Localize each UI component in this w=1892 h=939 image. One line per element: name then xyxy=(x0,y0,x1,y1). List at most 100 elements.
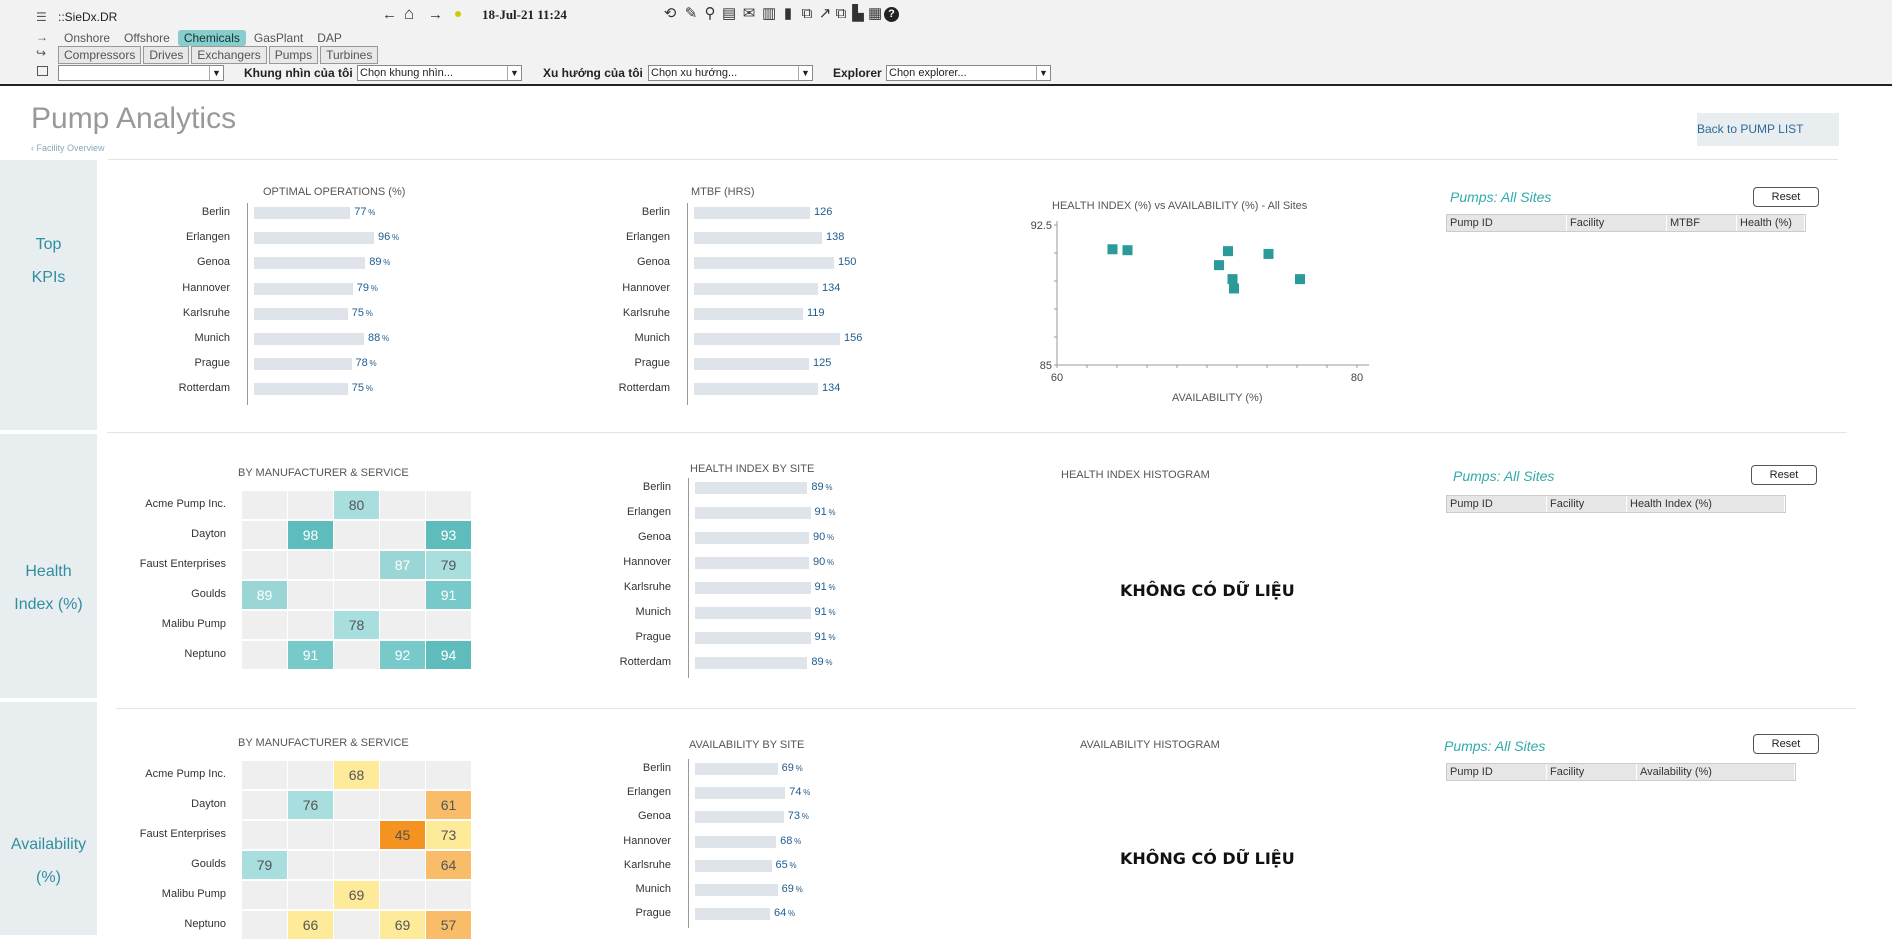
health_heatmap-cell[interactable]: 89 xyxy=(242,581,287,609)
avail_heatmap-cell[interactable]: 64 xyxy=(426,851,471,879)
health_heatmap-cell[interactable] xyxy=(334,581,379,609)
avail_heatmap-cell[interactable] xyxy=(242,821,287,849)
health_heatmap-cell[interactable]: 91 xyxy=(288,641,333,669)
avail_heatmap-cell[interactable] xyxy=(380,791,425,819)
avail_heatmap-cell[interactable]: 79 xyxy=(242,851,287,879)
health_heatmap-cell[interactable]: 78 xyxy=(334,611,379,639)
avail_heatmap-cell[interactable] xyxy=(426,761,471,789)
health_heatmap-cell[interactable]: 98 xyxy=(288,521,333,549)
table-col-header[interactable]: Availability (%) xyxy=(1637,764,1795,780)
avail_heatmap-cell[interactable] xyxy=(380,851,425,879)
avail_heatmap-cell[interactable]: 76 xyxy=(288,791,333,819)
trend-select[interactable]: Chọn xu hướng... ▼ xyxy=(648,65,813,81)
table-col-header[interactable]: Health Index (%) xyxy=(1627,496,1785,512)
avail_heatmap-cell[interactable] xyxy=(288,761,333,789)
subtab-exchangers[interactable]: Exchangers xyxy=(191,46,267,64)
checkbox-icon[interactable] xyxy=(37,66,48,76)
explorer-select[interactable]: Chọn explorer... ▼ xyxy=(886,65,1051,81)
health_heatmap-cell[interactable] xyxy=(426,611,471,639)
health_heatmap-cell[interactable] xyxy=(242,491,287,519)
avail_heatmap-cell[interactable] xyxy=(380,761,425,789)
health_heatmap-cell[interactable] xyxy=(288,551,333,579)
avail_heatmap-cell[interactable] xyxy=(334,851,379,879)
health_heatmap-cell[interactable] xyxy=(334,641,379,669)
health_heatmap-cell[interactable] xyxy=(380,521,425,549)
back-arrow-icon[interactable]: ← xyxy=(382,6,397,23)
kpi-reset-button[interactable]: Reset xyxy=(1753,187,1819,207)
table-col-header[interactable]: Facility xyxy=(1547,496,1627,512)
avail_heatmap-cell[interactable] xyxy=(426,881,471,909)
subtab-drives[interactable]: Drives xyxy=(143,46,190,64)
chart-edit-icon[interactable]: ✎ xyxy=(684,6,698,22)
tab-chemicals[interactable]: Chemicals xyxy=(177,30,246,46)
avail_heatmap-cell[interactable]: 61 xyxy=(426,791,471,819)
health_heatmap-cell[interactable]: 79 xyxy=(426,551,471,579)
table-col-header[interactable]: MTBF xyxy=(1667,215,1737,231)
health_heatmap-cell[interactable] xyxy=(242,551,287,579)
health_heatmap-cell[interactable]: 92 xyxy=(380,641,425,669)
search-chart-icon[interactable]: ⚲ xyxy=(703,6,717,22)
window-icon[interactable]: ⧉ xyxy=(800,6,814,22)
health_heatmap-cell[interactable] xyxy=(380,581,425,609)
print-icon[interactable]: ▤ xyxy=(722,6,736,22)
table-col-header[interactable]: Pump ID xyxy=(1447,215,1567,231)
health_heatmap-cell[interactable] xyxy=(242,521,287,549)
tab-gasplant[interactable]: GasPlant xyxy=(248,30,309,46)
health_heatmap-cell[interactable]: 91 xyxy=(426,581,471,609)
avail_heatmap-cell[interactable] xyxy=(242,791,287,819)
avail_heatmap-cell[interactable] xyxy=(334,791,379,819)
health_heatmap-cell[interactable] xyxy=(380,491,425,519)
health_heatmap-cell[interactable] xyxy=(334,521,379,549)
avail_heatmap-cell[interactable]: 68 xyxy=(334,761,379,789)
health_heatmap-cell[interactable]: 87 xyxy=(380,551,425,579)
avail_heatmap-cell[interactable] xyxy=(288,881,333,909)
bar-chart-icon[interactable]: ▙ xyxy=(851,6,865,22)
back-to-list-button[interactable]: Back to PUMP LIST xyxy=(1697,113,1839,146)
first-select[interactable]: ▼ xyxy=(58,65,224,81)
subtab-pumps[interactable]: Pumps xyxy=(268,46,319,64)
menu-icon[interactable]: ☰ xyxy=(36,10,47,24)
health_heatmap-cell[interactable]: 93 xyxy=(426,521,471,549)
tab-dap[interactable]: DAP xyxy=(311,30,348,46)
view-select[interactable]: Chọn khung nhìn... ▼ xyxy=(357,65,522,81)
avail_heatmap-cell[interactable] xyxy=(288,821,333,849)
table-col-header[interactable]: Pump ID xyxy=(1447,496,1547,512)
avail_heatmap-cell[interactable] xyxy=(380,881,425,909)
refresh-icon[interactable]: ⟲ xyxy=(663,6,677,22)
avail_heatmap-cell[interactable]: 45 xyxy=(380,821,425,849)
health-reset-button[interactable]: Reset xyxy=(1751,465,1817,485)
health_heatmap-cell[interactable] xyxy=(242,611,287,639)
health_heatmap-cell[interactable] xyxy=(242,641,287,669)
trash-icon[interactable]: ▮ xyxy=(781,6,795,22)
table-col-header[interactable]: Health (%) xyxy=(1737,215,1805,231)
avail_heatmap-cell[interactable] xyxy=(334,821,379,849)
health_heatmap-cell[interactable] xyxy=(288,491,333,519)
avail-reset-button[interactable]: Reset xyxy=(1753,734,1819,754)
health_heatmap-cell[interactable]: 80 xyxy=(334,491,379,519)
avail_heatmap-cell[interactable] xyxy=(242,881,287,909)
avail_heatmap-cell[interactable] xyxy=(242,761,287,789)
grid-icon[interactable]: ▦ xyxy=(868,6,882,22)
subtab-turbines[interactable]: Turbines xyxy=(320,46,379,64)
health_heatmap-cell[interactable] xyxy=(288,611,333,639)
avail_heatmap-cell[interactable]: 69 xyxy=(334,881,379,909)
subtab-compressors[interactable]: Compressors xyxy=(58,46,142,64)
layout-icon[interactable]: ▥ xyxy=(762,6,776,22)
health_heatmap-cell[interactable] xyxy=(334,551,379,579)
avail_heatmap-cell[interactable] xyxy=(288,851,333,879)
home-icon[interactable]: ⌂ xyxy=(404,4,414,24)
health_heatmap-cell[interactable] xyxy=(380,611,425,639)
table-col-header[interactable]: Pump ID xyxy=(1447,764,1547,780)
health_heatmap-cell[interactable]: 94 xyxy=(426,641,471,669)
avail_heatmap-cell[interactable]: 73 xyxy=(426,821,471,849)
export-icon[interactable]: ↗ xyxy=(818,6,832,22)
forward-arrow-icon[interactable]: → xyxy=(428,6,443,23)
help-icon[interactable]: ? xyxy=(884,7,899,22)
breadcrumb[interactable]: ‹ Facility Overview xyxy=(31,143,105,153)
tab-onshore[interactable]: Onshore xyxy=(58,30,116,46)
health_heatmap-cell[interactable] xyxy=(426,491,471,519)
table-col-header[interactable]: Facility xyxy=(1567,215,1667,231)
health_heatmap-cell[interactable] xyxy=(288,581,333,609)
mail-icon[interactable]: ✉ xyxy=(742,6,756,22)
tab-offshore[interactable]: Offshore xyxy=(118,30,176,46)
